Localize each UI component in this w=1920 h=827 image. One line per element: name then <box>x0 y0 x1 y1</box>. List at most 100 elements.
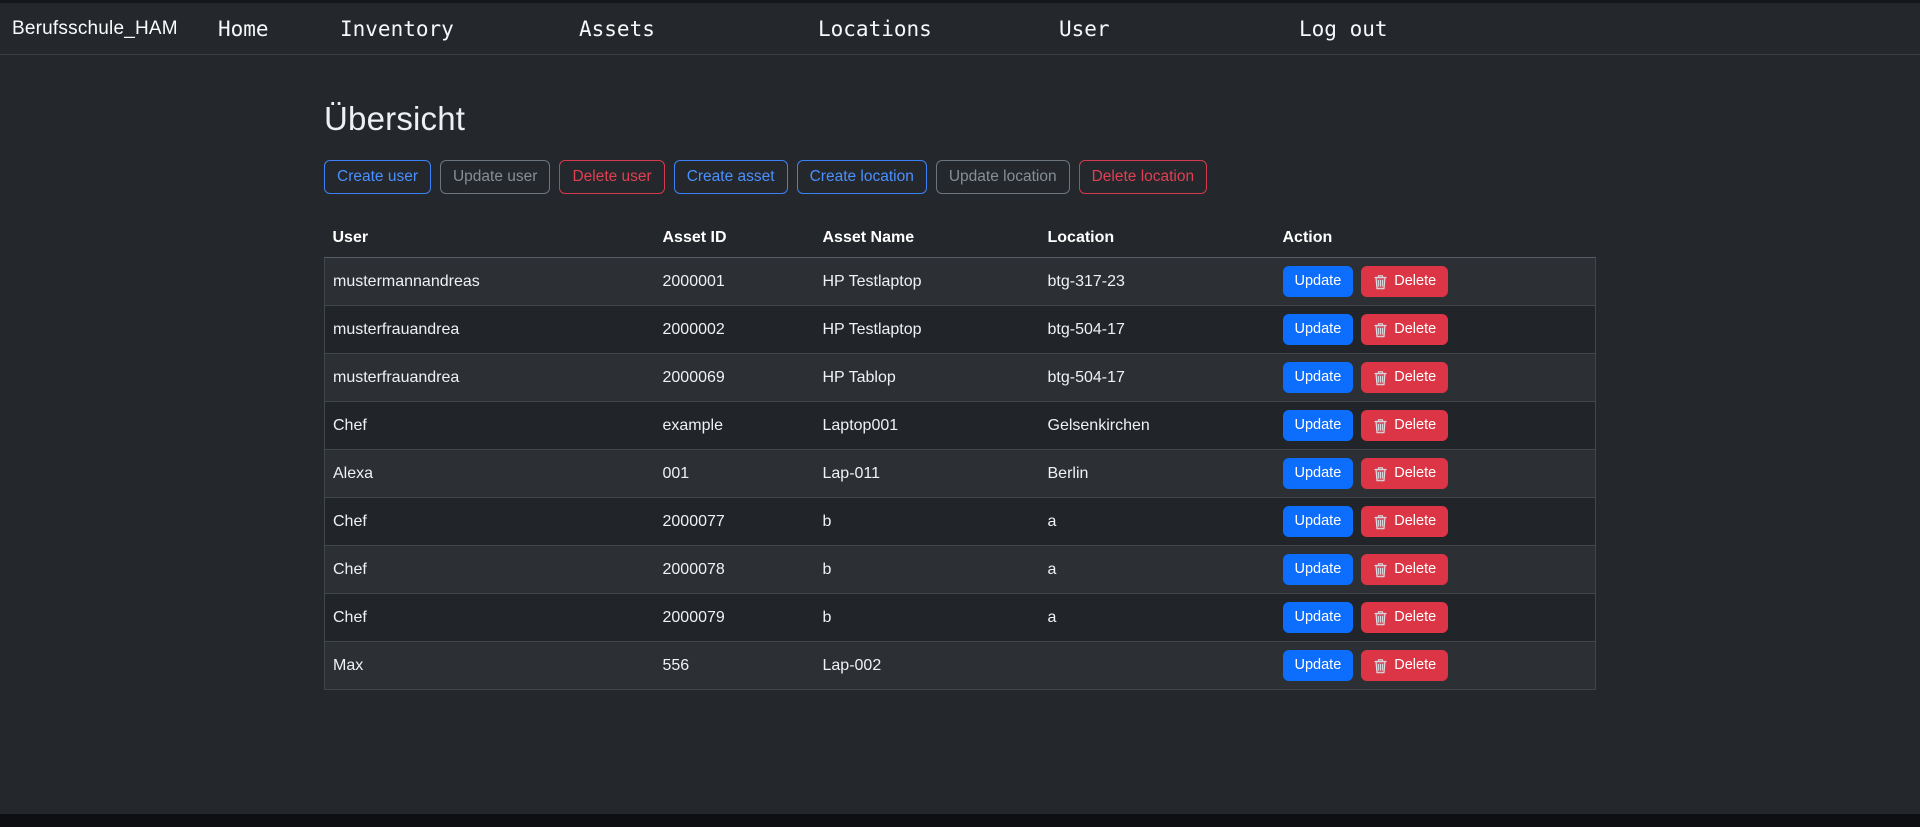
header-asset-name: Asset Name <box>815 219 1040 258</box>
navbar-links: HomeInventoryAssetsLocationsUserLog out <box>218 17 1388 41</box>
delete-button[interactable]: Delete <box>1361 362 1448 393</box>
cell-asset-name: b <box>815 498 1040 546</box>
delete-button[interactable]: Delete <box>1361 650 1448 681</box>
cell-asset-name: Lap-011 <box>815 450 1040 498</box>
cell-location: btg-317-23 <box>1040 258 1275 306</box>
update-button[interactable]: Update <box>1283 314 1354 345</box>
table-row: musterfrauandrea2000069HP Tablopbtg-504-… <box>325 354 1596 402</box>
table-row: ChefexampleLaptop001GelsenkirchenUpdateD… <box>325 402 1596 450</box>
delete-button[interactable]: Delete <box>1361 410 1448 441</box>
table-row: Chef2000078baUpdateDelete <box>325 546 1596 594</box>
cell-user: Alexa <box>325 450 655 498</box>
cell-asset-id: 001 <box>655 450 815 498</box>
delete-button-label: Delete <box>1394 418 1436 433</box>
trash-icon <box>1373 610 1388 626</box>
trash-icon <box>1373 562 1388 578</box>
navbar-brand[interactable]: Berufsschule_HAM <box>12 18 218 40</box>
cell-location: a <box>1040 546 1275 594</box>
cell-asset-name: HP Testlaptop <box>815 306 1040 354</box>
delete-button[interactable]: Delete <box>1361 266 1448 297</box>
cell-asset-id: 2000002 <box>655 306 815 354</box>
delete-button-label: Delete <box>1394 274 1436 289</box>
nav-link-user[interactable]: User <box>1059 17 1299 41</box>
cell-action: Update Delete <box>1275 306 1596 354</box>
trash-icon <box>1373 274 1388 290</box>
cell-asset-id: 2000077 <box>655 498 815 546</box>
cell-action: Update Delete <box>1275 594 1596 642</box>
header-location: Location <box>1040 219 1275 258</box>
cell-user: Max <box>325 642 655 690</box>
assets-table: User Asset ID Asset Name Location Action… <box>324 219 1596 690</box>
cell-user: musterfrauandrea <box>325 306 655 354</box>
cell-action: Update Delete <box>1275 498 1596 546</box>
update-button[interactable]: Update <box>1283 602 1354 633</box>
table-row: Chef2000079baUpdateDelete <box>325 594 1596 642</box>
update-user-button[interactable]: Update user <box>440 160 550 194</box>
create-user-button[interactable]: Create user <box>324 160 431 194</box>
delete-button[interactable]: Delete <box>1361 506 1448 537</box>
nav-link-assets[interactable]: Assets <box>579 17 818 41</box>
cell-user: mustermannandreas <box>325 258 655 306</box>
delete-button-label: Delete <box>1394 322 1436 337</box>
trash-icon <box>1373 658 1388 674</box>
update-button[interactable]: Update <box>1283 650 1354 681</box>
delete-button-label: Delete <box>1394 610 1436 625</box>
cell-action: Update Delete <box>1275 546 1596 594</box>
update-button[interactable]: Update <box>1283 362 1354 393</box>
cell-asset-id: 2000078 <box>655 546 815 594</box>
trash-icon <box>1373 370 1388 386</box>
create-asset-button[interactable]: Create asset <box>674 160 788 194</box>
cell-action: Update Delete <box>1275 642 1596 690</box>
update-button[interactable]: Update <box>1283 458 1354 489</box>
cell-location: btg-504-17 <box>1040 354 1275 402</box>
navbar: Berufsschule_HAM HomeInventoryAssetsLoca… <box>0 3 1920 55</box>
delete-user-button[interactable]: Delete user <box>559 160 664 194</box>
table-row: Chef2000077baUpdateDelete <box>325 498 1596 546</box>
toolbar: Create user Update user Delete user Create … <box>324 160 1596 194</box>
update-button[interactable]: Update <box>1283 410 1354 441</box>
cell-location <box>1040 642 1275 690</box>
delete-button-label: Delete <box>1394 658 1436 673</box>
table-header: User Asset ID Asset Name Location Action <box>325 219 1596 258</box>
cell-asset-id: example <box>655 402 815 450</box>
cell-asset-name: Laptop001 <box>815 402 1040 450</box>
create-location-button[interactable]: Create location <box>797 160 927 194</box>
cell-asset-id: 556 <box>655 642 815 690</box>
cell-user: Chef <box>325 594 655 642</box>
page-title: Übersicht <box>324 100 1596 138</box>
nav-link-log-out[interactable]: Log out <box>1299 17 1388 41</box>
delete-button[interactable]: Delete <box>1361 314 1448 345</box>
table-row: Alexa001Lap-011BerlinUpdateDelete <box>325 450 1596 498</box>
delete-location-button[interactable]: Delete location <box>1079 160 1208 194</box>
cell-user: Chef <box>325 498 655 546</box>
trash-icon <box>1373 466 1388 482</box>
delete-button[interactable]: Delete <box>1361 554 1448 585</box>
delete-button[interactable]: Delete <box>1361 602 1448 633</box>
cell-asset-name: HP Testlaptop <box>815 258 1040 306</box>
cell-action: Update Delete <box>1275 354 1596 402</box>
cell-asset-id: 2000001 <box>655 258 815 306</box>
trash-icon <box>1373 514 1388 530</box>
cell-location: btg-504-17 <box>1040 306 1275 354</box>
delete-button-label: Delete <box>1394 562 1436 577</box>
delete-button-label: Delete <box>1394 466 1436 481</box>
nav-link-inventory[interactable]: Inventory <box>340 17 579 41</box>
nav-link-home[interactable]: Home <box>218 17 340 41</box>
update-button[interactable]: Update <box>1283 506 1354 537</box>
cell-action: Update Delete <box>1275 450 1596 498</box>
window-bottom-edge <box>0 814 1920 827</box>
table-row: musterfrauandrea2000002HP Testlaptopbtg-… <box>325 306 1596 354</box>
delete-button[interactable]: Delete <box>1361 458 1448 489</box>
cell-asset-name: Lap-002 <box>815 642 1040 690</box>
update-button[interactable]: Update <box>1283 266 1354 297</box>
delete-button-label: Delete <box>1394 514 1436 529</box>
delete-button-label: Delete <box>1394 370 1436 385</box>
update-button[interactable]: Update <box>1283 554 1354 585</box>
cell-location: Gelsenkirchen <box>1040 402 1275 450</box>
nav-link-locations[interactable]: Locations <box>818 17 1059 41</box>
cell-asset-name: b <box>815 594 1040 642</box>
update-location-button[interactable]: Update location <box>936 160 1070 194</box>
trash-icon <box>1373 418 1388 434</box>
cell-asset-id: 2000079 <box>655 594 815 642</box>
table-row: mustermannandreas2000001HP Testlaptopbtg… <box>325 258 1596 306</box>
